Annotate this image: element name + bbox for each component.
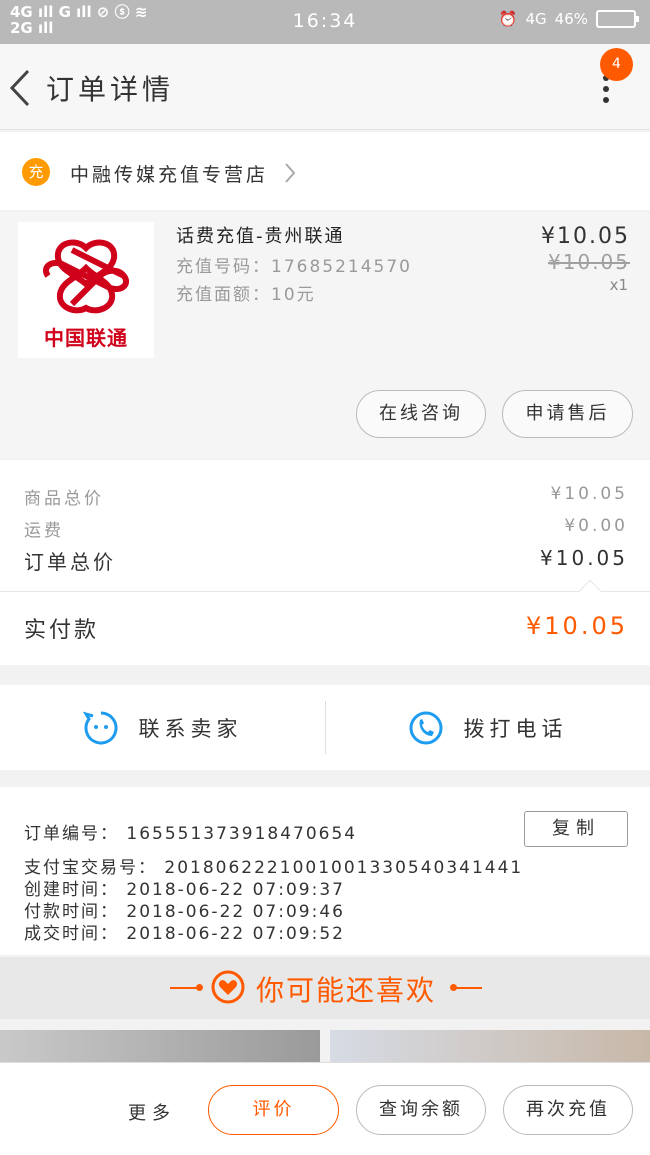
order-item[interactable]: 中国联通 话费充值-贵州联通 充值号码：17685214570 充值面额：10元…: [0, 212, 650, 458]
shop-name[interactable]: 中融传媒充值专营店: [70, 160, 268, 187]
apply-aftersale-button[interactable]: 申请售后: [502, 390, 633, 438]
contact-bar: 联系卖家 拨打电话: [0, 685, 650, 770]
page-title: 订单详情: [46, 73, 175, 106]
notification-badge: 4: [600, 48, 633, 81]
shipping-value: ¥0.00: [564, 516, 628, 536]
order-number: 订单编号： 1655513739184706​54: [24, 824, 358, 844]
contact-seller-button[interactable]: 联系卖家: [0, 685, 325, 770]
shipping-label: 运费: [24, 521, 64, 541]
phone-icon: [409, 711, 442, 744]
item-quantity: x1: [609, 276, 628, 294]
more-button[interactable]: 更多: [128, 1099, 176, 1125]
item-title[interactable]: 话费充值-贵州联通: [176, 222, 345, 248]
battery-percent: 46%: [554, 10, 588, 28]
call-phone-label: 拨打电话: [463, 716, 568, 741]
item-amount: 充值面额：10元: [176, 285, 316, 305]
recommend-header: 你可能还喜欢: [0, 957, 650, 1019]
battery-icon: [596, 10, 639, 28]
paid-label: 实付款: [24, 618, 100, 643]
contact-seller-label: 联系卖家: [138, 716, 243, 741]
item-phone: 充值号码：17685214570: [176, 257, 412, 277]
paid-value: ¥10.05: [526, 612, 628, 640]
heart-icon: [211, 970, 245, 1004]
order-info: 订单编号： 1655513739184706​54 支付宝交易号： 201806…: [0, 787, 650, 955]
order-total-label: 订单总价: [24, 550, 116, 574]
unicom-knot-icon: [43, 239, 129, 314]
network-right-label: 4G: [525, 10, 547, 28]
goods-total-value: ¥10.05: [550, 484, 628, 504]
pointer-notch: [578, 579, 602, 603]
copy-button[interactable]: 复制: [524, 811, 628, 847]
alarm-icon: ⏰: [498, 10, 518, 28]
goods-total-label: 商品总价: [24, 489, 104, 509]
call-phone-button[interactable]: 拨打电话: [325, 685, 650, 770]
china-unicom-logo: 中国联通: [18, 222, 154, 358]
status-bar: 4G ıll G ıll ⊘ ⓢ ≋ 2G ıll 16:34 ⏰ 4G 46%: [0, 0, 650, 44]
bottom-action-bar: 更多 评价 查询余额 再次充值: [0, 1062, 650, 1155]
divider: [454, 987, 482, 989]
completed-time: 成交时间： 2018-06-22 07:09:52: [24, 924, 345, 944]
item-original-price: ¥10.05: [548, 250, 630, 274]
shipping-row: 运费 ¥0.00: [24, 516, 628, 541]
order-total-row: 订单总价 ¥10.05: [24, 546, 628, 575]
recharge-again-button[interactable]: 再次充值: [503, 1085, 633, 1135]
query-balance-button[interactable]: 查询余额: [356, 1085, 486, 1135]
online-consult-button[interactable]: 在线咨询: [356, 390, 486, 438]
chevron-right-icon: [285, 163, 296, 183]
recommend-title: 你可能还喜欢: [256, 974, 437, 1007]
goods-total-row: 商品总价 ¥10.05: [24, 484, 628, 509]
order-total-value: ¥10.05: [540, 546, 628, 570]
divider-dot: [196, 984, 203, 991]
item-price: ¥10.05: [541, 224, 630, 249]
shop-row[interactable]: 充 中融传媒充值专营店: [0, 132, 650, 210]
nav-bar: 订单详情: [0, 44, 650, 130]
chat-face-icon: [82, 711, 117, 744]
price-summary: 商品总价 ¥10.05 运费 ¥0.00 订单总价 ¥10.05 实付款 ¥10…: [0, 460, 650, 665]
shop-icon: 充: [22, 158, 50, 186]
paid-row: 实付款 ¥10.05: [24, 612, 628, 644]
divider: [0, 591, 650, 592]
review-button[interactable]: 评价: [208, 1085, 339, 1135]
back-arrow-icon[interactable]: [8, 68, 32, 108]
logo-text: 中国联通: [44, 326, 128, 350]
